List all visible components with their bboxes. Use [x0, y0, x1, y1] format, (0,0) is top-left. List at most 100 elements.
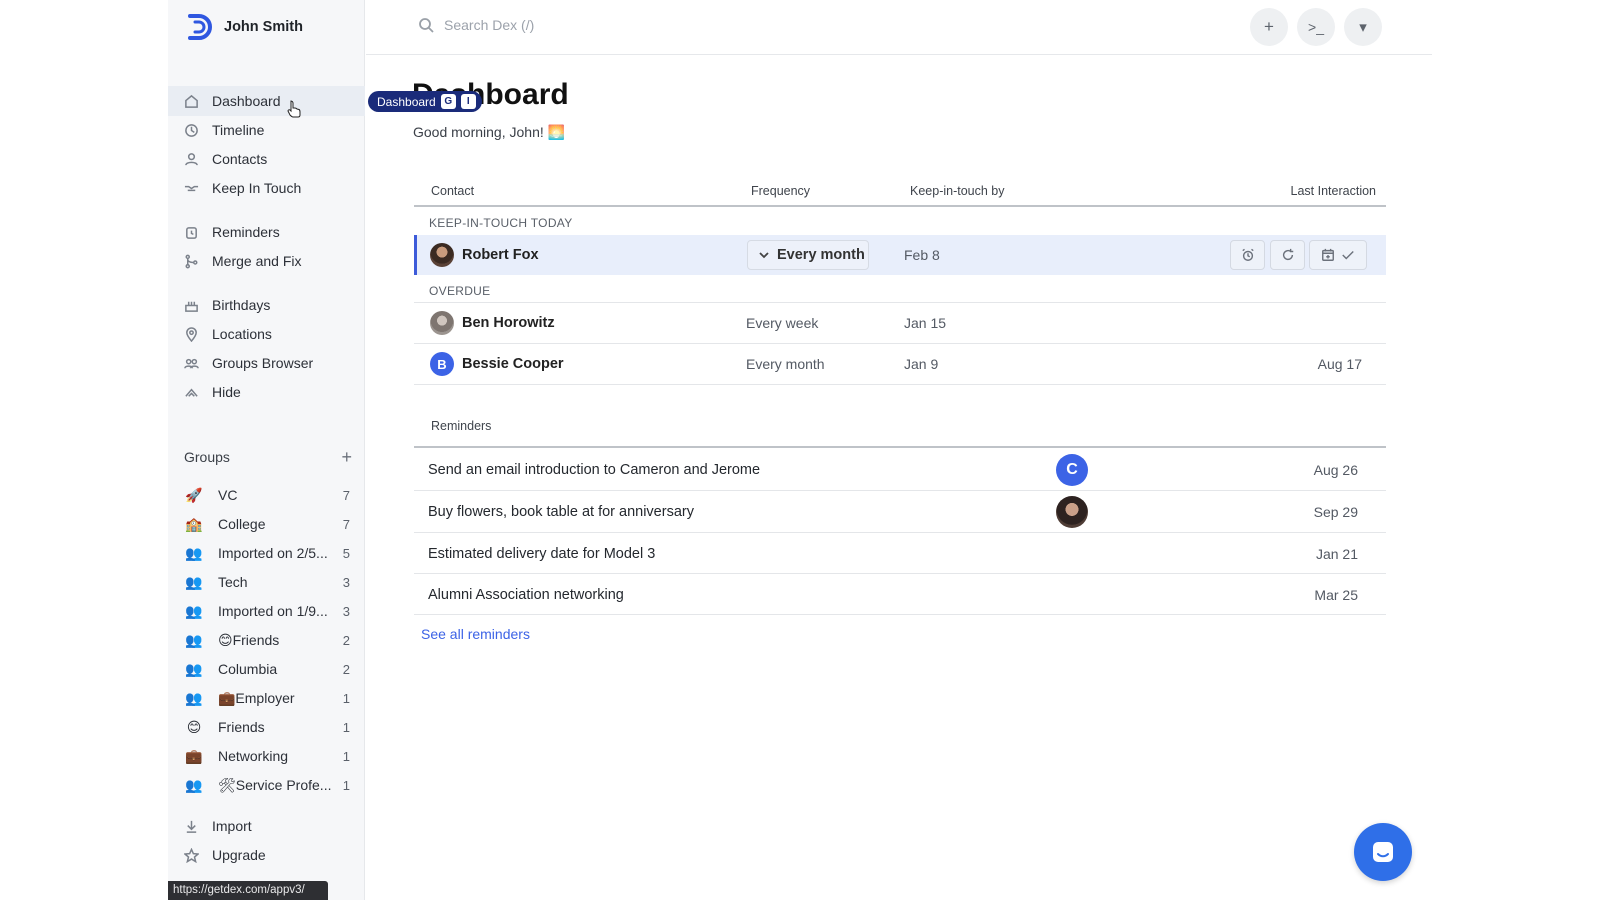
frequency-select[interactable]: Every month — [747, 240, 869, 270]
group-icon: 👥 — [185, 544, 203, 561]
section-label-overdue: OVERDUE — [429, 284, 491, 298]
reminder-row[interactable]: Buy flowers, book table at for anniversa… — [414, 491, 1386, 532]
group-icon: 😊 — [186, 718, 202, 735]
sidebar-item-groups-browser[interactable]: Groups Browser — [168, 348, 365, 378]
pin-icon — [182, 325, 200, 343]
sidebar-item-contacts[interactable]: Contacts — [168, 144, 365, 174]
sidebar-item-label: Birthdays — [212, 297, 271, 313]
group-item[interactable]: 💼 Networking 1 — [184, 743, 350, 769]
group-item[interactable]: 👥 Tech 3 — [184, 569, 350, 595]
account-menu-button[interactable]: ▾ — [1344, 8, 1382, 46]
reminder-row[interactable]: Send an email introduction to Cameron an… — [414, 449, 1386, 490]
profile[interactable]: John Smith — [184, 12, 303, 42]
avatar: B — [430, 352, 454, 376]
group-icon: 👥 — [185, 776, 203, 793]
column-header-keep-in-touch-by[interactable]: Keep-in-touch by — [910, 184, 1005, 198]
command-button[interactable]: >_ — [1297, 8, 1335, 46]
row-divider — [414, 614, 1386, 615]
skip-button[interactable] — [1270, 240, 1305, 270]
group-item[interactable]: 🚀 VC 7 — [184, 482, 350, 508]
greeting: Good morning, John! 🌅 — [413, 124, 566, 140]
group-label: 💼Employer — [218, 689, 295, 706]
sidebar-item-upgrade[interactable]: Upgrade — [168, 840, 365, 870]
group-count: 1 — [342, 777, 350, 793]
dex-logo-icon — [188, 14, 212, 40]
group-item[interactable]: 👥 Imported on 2/5... 5 — [184, 540, 350, 566]
reminder-title: Buy flowers, book table at for anniversa… — [428, 503, 694, 520]
sidebar-item-keep-in-touch[interactable]: Keep In Touch — [168, 173, 365, 203]
group-count: 5 — [342, 545, 350, 561]
group-item[interactable]: 👥 🛠Service Profe... 1 — [184, 772, 350, 798]
table-row[interactable]: B Bessie Cooper Every month Jan 9 Aug 17 — [414, 344, 1386, 384]
sidebar-item-label: Upgrade — [212, 847, 266, 863]
refresh-icon — [1282, 248, 1293, 261]
sidebar-item-timeline[interactable]: Timeline — [168, 115, 365, 145]
status-url-tooltip: https://getdex.com/appv3/ — [168, 881, 328, 900]
group-label: Networking — [218, 748, 289, 764]
group-label: 🛠Service Profe... — [218, 776, 332, 793]
table-row[interactable]: Robert Fox Every month Feb 8 — [414, 235, 1386, 275]
contact-name[interactable]: Ben Horowitz — [462, 315, 555, 331]
sidebar-item-label: Groups Browser — [212, 355, 314, 371]
group-item[interactable]: 👥 Columbia 2 — [184, 656, 350, 682]
add-button[interactable]: + — [1250, 8, 1288, 46]
sidebar-item-locations[interactable]: Locations — [168, 319, 365, 349]
group-label: Columbia — [218, 661, 278, 677]
log-interaction-button[interactable] — [1309, 240, 1367, 270]
group-item[interactable]: 🏫 College 7 — [184, 511, 350, 537]
add-group-button[interactable]: + — [341, 448, 352, 466]
group-count: 1 — [342, 690, 350, 706]
group-count: 2 — [342, 632, 350, 648]
sidebar-item-merge-and-fix[interactable]: Merge and Fix — [168, 246, 365, 276]
frequency-value[interactable]: Every week — [746, 315, 818, 331]
app-window: John Smith Dashboard Timeline Contacts K… — [0, 0, 1600, 900]
handshake-icon — [182, 179, 200, 197]
shortcut-tooltip: Dashboard G I — [368, 91, 482, 112]
search-icon — [419, 18, 434, 33]
sidebar-item-label: Contacts — [212, 151, 268, 167]
tooltip-label: Dashboard — [377, 94, 436, 109]
sidebar-item-label: Import — [212, 818, 252, 834]
sidebar-item-import[interactable]: Import — [168, 811, 365, 841]
sidebar-item-reminders[interactable]: Reminders — [168, 217, 365, 247]
group-icon: 👥 — [185, 689, 203, 706]
group-item[interactable]: 👥 💼Employer 1 — [184, 685, 350, 711]
group-count: 3 — [342, 603, 350, 619]
group-item[interactable]: 😊 Friends 1 — [184, 714, 350, 740]
section-label-today: KEEP-IN-TOUCH TODAY — [429, 216, 573, 230]
column-header-contact[interactable]: Contact — [431, 184, 474, 198]
sidebar-item-hide[interactable]: Hide — [168, 377, 365, 407]
group-item[interactable]: 👥 Imported on 1/9... 3 — [184, 598, 350, 624]
chat-launcher-button[interactable] — [1354, 823, 1412, 881]
sidebar-item-label: Keep In Touch — [212, 180, 302, 196]
group-label: Tech — [218, 574, 248, 590]
group-icon: 👥 — [185, 602, 203, 619]
sidebar-item-label: Dashboard — [212, 93, 281, 109]
sidebar-item-label: Timeline — [212, 122, 265, 138]
keep-in-touch-date: Jan 9 — [904, 356, 939, 372]
contact-name[interactable]: Bessie Cooper — [462, 356, 564, 372]
group-item[interactable]: 👥 😊Friends 2 — [184, 627, 350, 653]
contact-name[interactable]: Robert Fox — [462, 247, 539, 263]
sidebar-item-label: Locations — [212, 326, 272, 342]
column-header-last-interaction[interactable]: Last Interaction — [1291, 184, 1376, 198]
groups-title: Groups — [184, 449, 230, 465]
top-bar: + >_ ▾ — [366, 0, 1432, 55]
avatar — [430, 243, 454, 267]
reminder-row[interactable]: Alumni Association networking Mar 25 — [414, 574, 1386, 615]
sidebar-item-birthdays[interactable]: Birthdays — [168, 290, 365, 320]
search-input[interactable] — [444, 17, 704, 33]
sidebar-item-dashboard[interactable]: Dashboard — [168, 86, 365, 116]
group-label: College — [218, 516, 266, 532]
shortcut-key: G — [440, 94, 456, 109]
snooze-button[interactable] — [1230, 240, 1265, 270]
group-label: Imported on 2/5... — [218, 545, 328, 561]
calendar-icon — [1322, 248, 1334, 261]
table-row[interactable]: Ben Horowitz Every week Jan 15 — [414, 303, 1386, 343]
column-header-frequency[interactable]: Frequency — [751, 184, 810, 198]
reminder-row[interactable]: Estimated delivery date for Model 3 Jan … — [414, 533, 1386, 574]
see-all-reminders-link[interactable]: See all reminders — [421, 626, 530, 642]
frequency-value[interactable]: Every month — [746, 356, 825, 372]
frequency-value: Every month — [777, 247, 865, 263]
row-divider — [414, 384, 1386, 385]
